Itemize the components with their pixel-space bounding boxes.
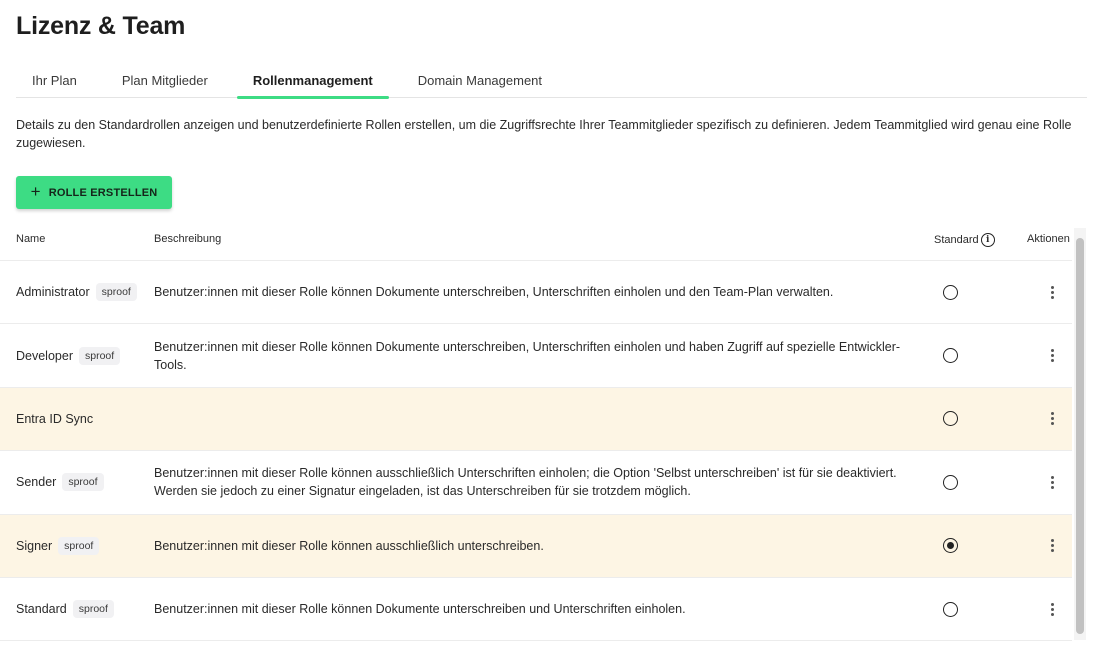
more-actions-icon[interactable] xyxy=(1044,348,1060,364)
page: Lizenz & Team Ihr Plan Plan Mitglieder R… xyxy=(0,0,1102,651)
role-name-cell: Developer sproof xyxy=(16,324,121,386)
standard-radio[interactable] xyxy=(943,411,958,427)
role-description xyxy=(154,388,924,450)
role-name-cell: Administrator sproof xyxy=(16,261,137,323)
tab-rollenmanagement[interactable]: Rollenmanagement xyxy=(236,62,389,99)
scrollbar[interactable] xyxy=(1074,228,1086,640)
role-name: Sender xyxy=(16,475,57,490)
more-actions-icon[interactable] xyxy=(1044,284,1060,300)
table-row: Sender sproof Benutzer:innen mit dieser … xyxy=(0,451,1072,515)
table-row: Administrator sproof Benutzer:innen mit … xyxy=(0,261,1072,325)
table-row: Signer sproof Benutzer:innen mit dieser … xyxy=(0,514,1072,578)
role-description: Benutzer:innen mit dieser Rolle können a… xyxy=(154,466,897,499)
table-row: Entra ID Sync xyxy=(0,387,1072,452)
header-standard-label: Standard xyxy=(934,234,979,246)
standard-radio[interactable] xyxy=(943,474,958,490)
create-role-button[interactable]: + ROLLE ERSTELLEN xyxy=(16,176,172,209)
more-actions-icon[interactable] xyxy=(1044,538,1060,554)
intro-text: Details zu den Standardrollen anzeigen u… xyxy=(16,118,1072,150)
header-description: Beschreibung xyxy=(154,233,222,245)
page-title: Lizenz & Team xyxy=(16,12,186,40)
table-row: Standard sproof Benutzer:innen mit diese… xyxy=(0,578,1072,642)
more-actions-icon[interactable] xyxy=(1044,474,1060,490)
role-name-cell: Entra ID Sync xyxy=(16,388,93,450)
scrollbar-thumb[interactable] xyxy=(1076,238,1084,634)
role-name-cell: Standard sproof xyxy=(16,578,114,640)
role-badge: sproof xyxy=(78,346,121,365)
role-name: Developer xyxy=(16,348,73,363)
header-standard: Standard i xyxy=(934,233,995,247)
standard-radio[interactable] xyxy=(943,348,958,364)
header-actions: Aktionen xyxy=(1027,233,1070,245)
role-description: Benutzer:innen mit dieser Rolle können D… xyxy=(154,339,901,372)
role-badge: sproof xyxy=(72,600,114,619)
create-role-button-label: ROLLE ERSTELLEN xyxy=(48,186,158,199)
role-badge: sproof xyxy=(58,536,100,555)
standard-radio[interactable] xyxy=(943,284,958,300)
role-name-cell: Sender sproof xyxy=(16,451,104,513)
role-name-cell: Signer sproof xyxy=(16,515,100,577)
tab-bar: Ihr Plan Plan Mitglieder Rollenmanagemen… xyxy=(16,62,1087,99)
tab-domain-management[interactable]: Domain Management xyxy=(402,62,558,98)
role-name: Entra ID Sync xyxy=(16,411,94,426)
roles-table: Name Beschreibung Standard i Aktionen Ad… xyxy=(0,224,1072,642)
more-actions-icon[interactable] xyxy=(1044,411,1060,427)
role-name: Signer xyxy=(16,538,53,553)
plus-icon: + xyxy=(30,182,41,201)
info-icon[interactable]: i xyxy=(980,233,995,247)
role-name: Administrator xyxy=(16,285,90,300)
header-name: Name xyxy=(16,233,46,245)
tab-plan-mitglieder[interactable]: Plan Mitglieder xyxy=(106,62,224,98)
standard-radio[interactable] xyxy=(943,538,958,554)
role-badge: sproof xyxy=(62,473,104,492)
role-description: Benutzer:innen mit dieser Rolle können a… xyxy=(154,538,544,553)
table-header: Name Beschreibung Standard i Aktionen xyxy=(0,224,1072,261)
table-row: Developer sproof Benutzer:innen mit dies… xyxy=(0,324,1072,388)
role-description: Benutzer:innen mit dieser Rolle können D… xyxy=(154,285,834,300)
standard-radio[interactable] xyxy=(943,601,958,617)
more-actions-icon[interactable] xyxy=(1044,601,1060,617)
tab-ihr-plan[interactable]: Ihr Plan xyxy=(16,62,93,98)
role-badge: sproof xyxy=(95,283,137,302)
role-description: Benutzer:innen mit dieser Rolle können D… xyxy=(154,602,686,617)
role-name: Standard xyxy=(16,602,67,617)
